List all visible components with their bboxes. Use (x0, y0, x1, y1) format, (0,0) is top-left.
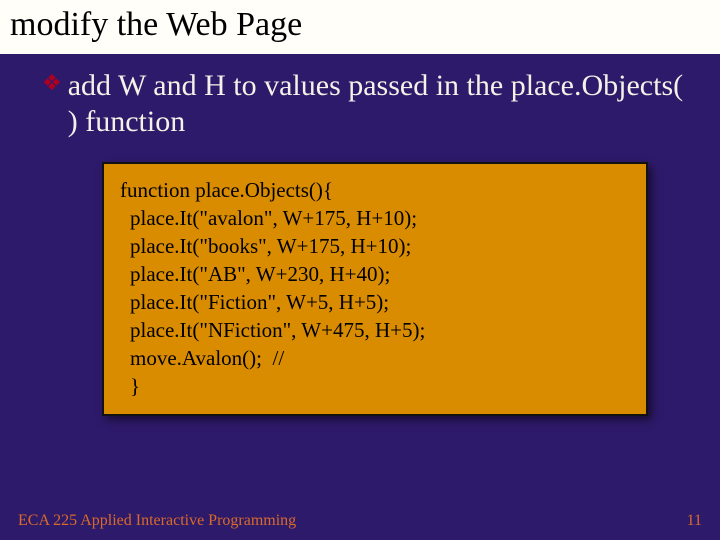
code-line: place.It("Fiction", W+5, H+5); (120, 288, 630, 316)
footer-page: 11 (687, 512, 702, 530)
footer-course: ECA 225 Applied Interactive Programming (18, 512, 296, 530)
code-line: function place.Objects(){ (120, 176, 630, 204)
code-line: } (120, 372, 630, 400)
slide-body: ❖ add W and H to values passed in the pl… (0, 54, 720, 416)
slide-title: modify the Web Page (10, 6, 710, 44)
code-line: move.Avalon(); // (120, 344, 630, 372)
bullet-text: add W and H to values passed in the plac… (68, 66, 688, 140)
slide-footer: ECA 225 Applied Interactive Programming … (0, 512, 720, 530)
code-box: function place.Objects(){ place.It("aval… (102, 162, 648, 416)
header-band: modify the Web Page (0, 0, 720, 54)
diamond-bullet-icon: ❖ (42, 66, 62, 100)
slide: modify the Web Page ❖ add W and H to val… (0, 0, 720, 540)
code-line: place.It("books", W+175, H+10); (120, 232, 630, 260)
bullet-item: ❖ add W and H to values passed in the pl… (42, 66, 688, 140)
code-line: place.It("NFiction", W+475, H+5); (120, 316, 630, 344)
code-line: place.It("avalon", W+175, H+10); (120, 204, 630, 232)
code-line: place.It("AB", W+230, H+40); (120, 260, 630, 288)
